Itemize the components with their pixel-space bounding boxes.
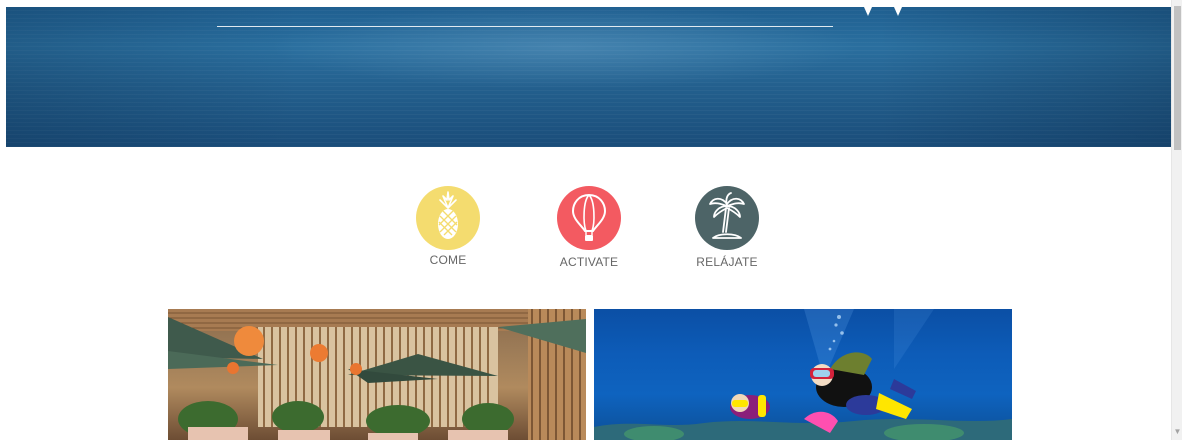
- scrollbar-thumb[interactable]: [1174, 6, 1181, 150]
- category-label: COME: [429, 253, 467, 267]
- hot-air-balloon-icon: [557, 186, 621, 250]
- page: COME ACTIVATE RELÁJATE ▼: [0, 0, 1182, 440]
- pineapple-icon: [416, 186, 480, 250]
- logo-fragment-icon: [864, 7, 902, 16]
- category-come[interactable]: COME: [398, 186, 498, 267]
- page-scrollbar[interactable]: ▼: [1171, 0, 1182, 440]
- category-relajate[interactable]: RELÁJATE: [677, 186, 777, 269]
- hero-shade: [6, 7, 1171, 147]
- restaurant-photo[interactable]: [168, 309, 586, 440]
- palm-tree-icon: [695, 186, 759, 250]
- category-label: RELÁJATE: [696, 255, 758, 269]
- hero-banner: [6, 7, 1171, 147]
- scuba-diving-photo[interactable]: [594, 309, 1012, 440]
- hero-divider-line: [217, 26, 833, 27]
- scroll-down-arrow-icon[interactable]: ▼: [1172, 426, 1182, 438]
- category-label: ACTIVATE: [559, 255, 619, 269]
- category-activate[interactable]: ACTIVATE: [539, 186, 639, 269]
